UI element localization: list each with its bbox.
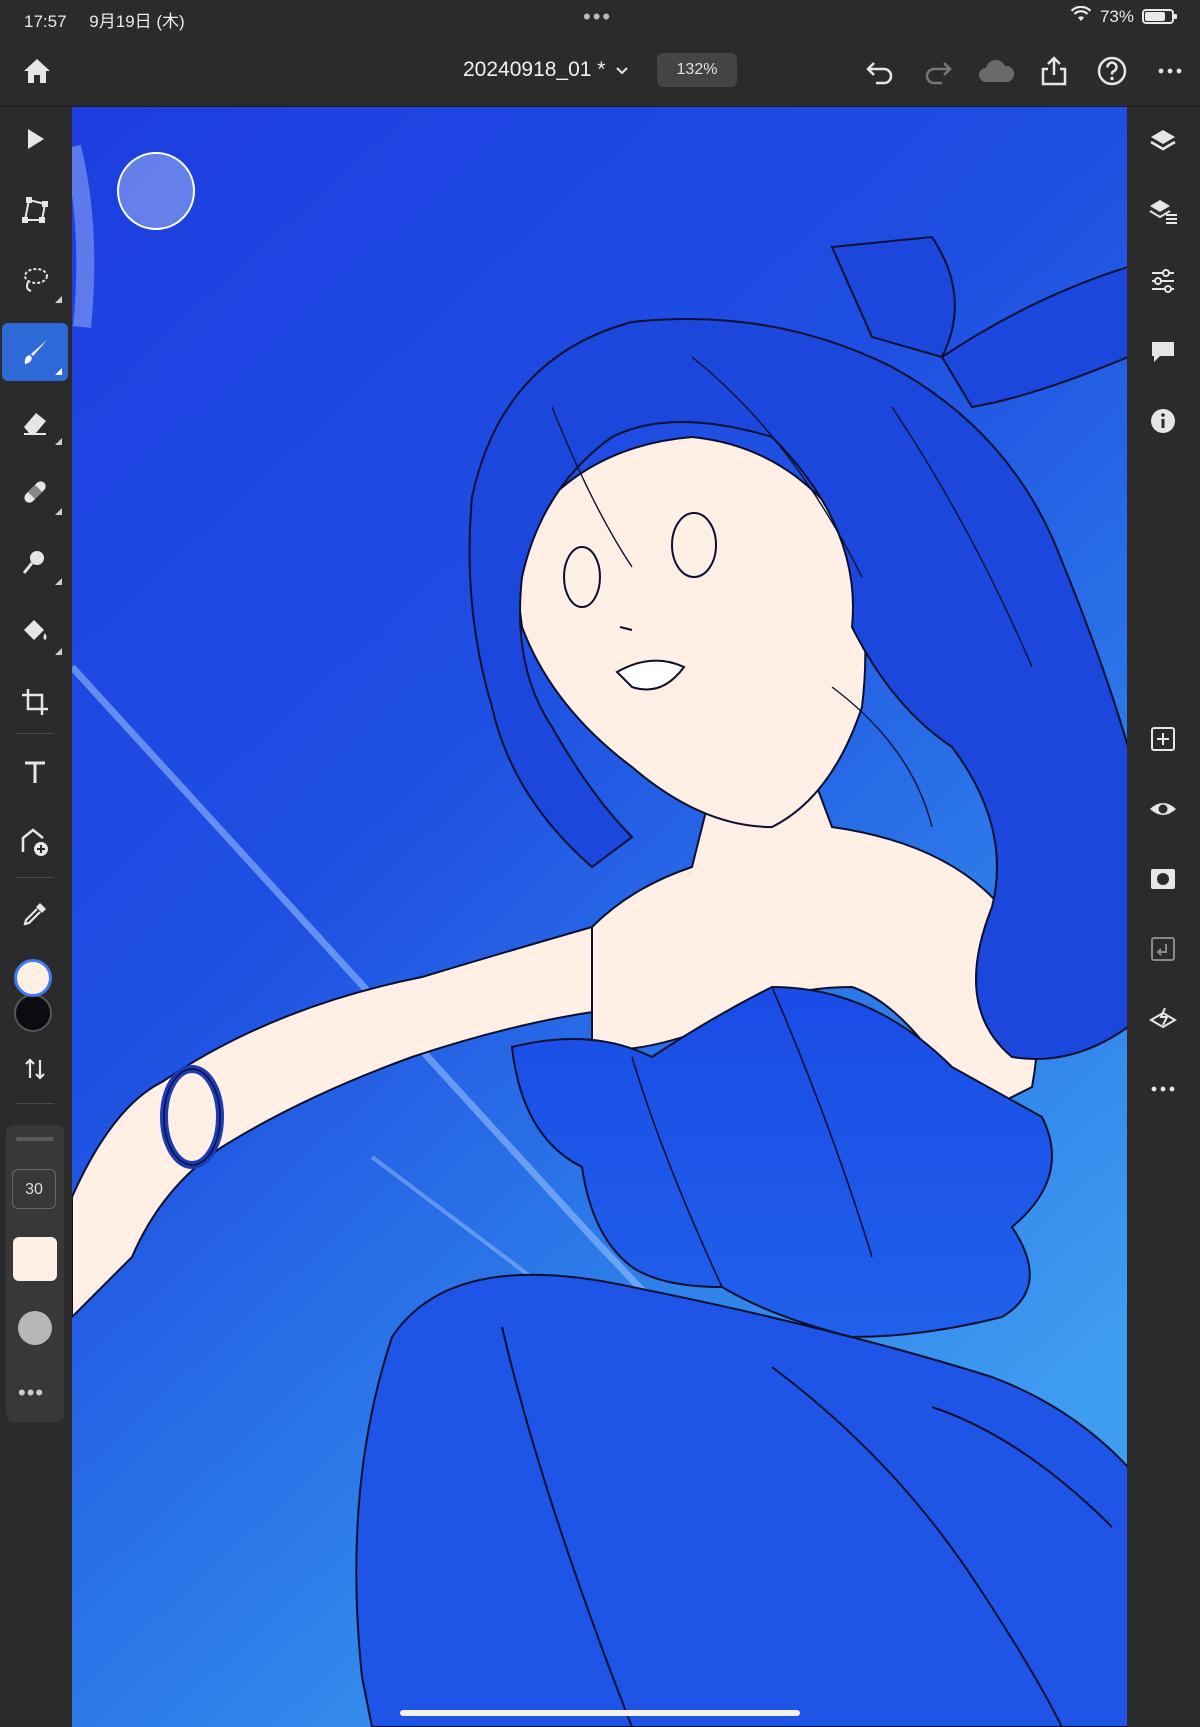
document-title-text: 20240918_01 *: [463, 58, 606, 81]
brush-more-icon[interactable]: •••: [18, 1380, 44, 1406]
left-toolbar: 30 •••: [0, 107, 70, 1727]
select-tool[interactable]: [2, 110, 68, 168]
battery-icon: [1142, 9, 1177, 24]
help-button[interactable]: [1092, 51, 1132, 91]
place-image-tool[interactable]: [2, 813, 68, 871]
info-button[interactable]: [1141, 399, 1185, 443]
more-icon: [1158, 68, 1182, 74]
smudge-tool[interactable]: [2, 533, 68, 591]
clipping-icon: [1151, 937, 1175, 961]
brush-opacity-control[interactable]: [18, 1311, 52, 1345]
help-icon: [1097, 56, 1127, 86]
lasso-tool[interactable]: [2, 251, 68, 309]
battery-percent: 73%: [1099, 6, 1134, 26]
status-bar: 17:57 9月19日 (木) ••• 73%: [0, 0, 1200, 36]
wifi-icon: [1070, 5, 1092, 27]
document-title[interactable]: 20240918_01 *: [463, 58, 629, 82]
healing-tool[interactable]: [2, 463, 68, 521]
layer-properties-icon: [1149, 200, 1177, 224]
eraser-tool[interactable]: [2, 393, 68, 451]
brush-size-field[interactable]: 30: [12, 1169, 56, 1209]
cloud-sync-button[interactable]: [976, 51, 1016, 91]
eraser-icon: [24, 413, 46, 435]
redo-icon: [925, 62, 952, 85]
add-layer-icon: [1151, 727, 1175, 751]
fill-tool[interactable]: [2, 603, 68, 661]
place-image-icon: [21, 828, 48, 856]
eye-icon: [1150, 803, 1176, 815]
crop-tool[interactable]: [2, 673, 68, 731]
brush-icon: [24, 340, 47, 364]
brush-cursor-preview: [117, 152, 195, 230]
lasso-icon: [24, 268, 48, 292]
share-button[interactable]: [1034, 51, 1074, 91]
layer-style-icon: [1149, 1007, 1177, 1029]
transform-icon: [22, 197, 48, 223]
clip-button[interactable]: [1141, 927, 1185, 971]
swap-colors-button[interactable]: [2, 1040, 68, 1098]
transform-tool[interactable]: [2, 181, 68, 239]
share-icon: [1041, 56, 1067, 86]
more-icon: [1151, 1086, 1175, 1092]
layers-icon: [1150, 130, 1176, 151]
home-button[interactable]: [18, 52, 56, 90]
comments-button[interactable]: [1141, 329, 1185, 373]
type-tool[interactable]: [2, 743, 68, 801]
bandage-icon: [24, 481, 46, 503]
text-icon: [25, 761, 45, 783]
undo-button[interactable]: [860, 51, 900, 91]
home-icon: [24, 59, 50, 83]
add-layer-button[interactable]: [1141, 717, 1185, 761]
more-layer-options-button[interactable]: [1141, 1067, 1185, 1111]
layer-style-button[interactable]: [1141, 997, 1185, 1041]
top-toolbar: 20240918_01 * 132%: [0, 36, 1200, 107]
info-icon: [1151, 409, 1175, 433]
status-date: 9月19日 (木): [89, 12, 185, 31]
more-options-button[interactable]: [1150, 51, 1190, 91]
eyedropper-tool[interactable]: [2, 885, 68, 943]
chevron-down-icon: [615, 58, 629, 82]
brush-color-swatch[interactable]: [13, 1237, 57, 1281]
multitasking-dots-icon[interactable]: •••: [583, 4, 612, 30]
status-time: 17:57: [24, 12, 67, 31]
swap-arrows-icon: [25, 1058, 45, 1080]
visibility-button[interactable]: [1141, 787, 1185, 831]
undo-icon: [866, 62, 893, 85]
zoom-level[interactable]: 132%: [657, 53, 737, 87]
cloud-icon: [979, 59, 1015, 82]
redo-button[interactable]: [918, 51, 958, 91]
sliders-icon: [1152, 269, 1174, 293]
layer-properties-button[interactable]: [1141, 189, 1185, 233]
background-color-swatch[interactable]: [14, 994, 52, 1032]
paint-bucket-icon: [24, 620, 47, 640]
panel-grip[interactable]: [16, 1137, 54, 1141]
mask-button[interactable]: [1141, 857, 1185, 901]
pointer-icon: [28, 129, 44, 149]
mask-icon: [1151, 869, 1175, 889]
brush-settings-panel: 30 •••: [6, 1125, 64, 1422]
drawing-canvas[interactable]: [72, 107, 1128, 1727]
brush-tool[interactable]: [2, 323, 68, 381]
adjustments-button[interactable]: [1141, 259, 1185, 303]
comment-icon: [1152, 342, 1174, 362]
smudge-icon: [22, 551, 44, 574]
crop-icon: [22, 689, 48, 715]
foreground-color-swatch[interactable]: [14, 959, 52, 997]
artwork: [72, 107, 1128, 1727]
right-toolbar: [1127, 107, 1200, 1727]
layers-button[interactable]: [1141, 119, 1185, 163]
eyedropper-icon: [23, 903, 46, 926]
home-indicator[interactable]: [400, 1710, 800, 1716]
